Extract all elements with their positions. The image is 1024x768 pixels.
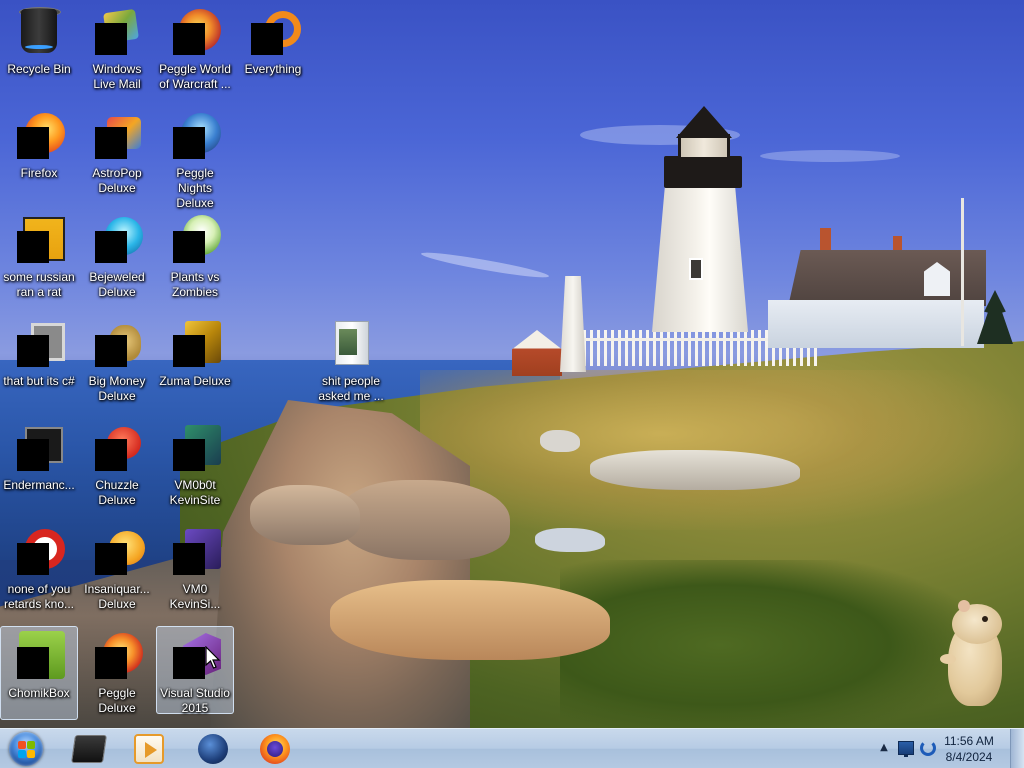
globe-icon bbox=[198, 734, 228, 764]
taskbar-button-browser[interactable] bbox=[186, 731, 240, 767]
media-player-icon bbox=[134, 734, 164, 764]
desktop-icon-peggle-nights-deluxe[interactable]: Peggle Nights Deluxe bbox=[156, 106, 234, 210]
desktop-icon-label: Everything bbox=[244, 62, 302, 76]
stack-icon bbox=[13, 319, 65, 371]
taskbar-button-media-player[interactable] bbox=[122, 731, 176, 767]
desktop-icon-endermanch[interactable]: Endermanc... bbox=[0, 418, 78, 512]
app-icon bbox=[169, 423, 221, 475]
desktop-icon-label: AstroPop Deluxe bbox=[92, 166, 142, 195]
folder-icon bbox=[325, 319, 377, 371]
desktop-icon-label: ChomikBox bbox=[8, 686, 70, 700]
opera-icon bbox=[13, 527, 65, 579]
desktop-icon-label: Plants vs Zombies bbox=[170, 270, 220, 299]
desktop-icon-some-russian-ran-a-rat[interactable]: some russian ran a rat bbox=[0, 210, 78, 304]
hamster-icon bbox=[13, 631, 65, 683]
game-icon bbox=[91, 111, 143, 163]
peggle-icon bbox=[169, 7, 221, 59]
desktop-icon-label: some russian ran a rat bbox=[3, 270, 75, 299]
desktop-icon-plants-vs-zombies[interactable]: Plants vs Zombies bbox=[156, 210, 234, 304]
desktop-icon-chomikbox[interactable]: ChomikBox bbox=[0, 626, 78, 720]
desktop-icon-firefox[interactable]: Firefox bbox=[0, 106, 78, 200]
fish-icon bbox=[91, 527, 145, 579]
desktop-icon-vm0-kevinsite[interactable]: VM0 KevinSi... bbox=[156, 522, 234, 616]
desktop-icon-label: Recycle Bin bbox=[7, 62, 71, 76]
desktop-icon-bejeweled-deluxe[interactable]: Bejeweled Deluxe bbox=[78, 210, 156, 304]
network-icon[interactable] bbox=[898, 741, 914, 757]
app-icon bbox=[169, 527, 221, 579]
desktop-icon-label: Peggle Deluxe bbox=[98, 686, 136, 715]
taskbar-button-firefox[interactable] bbox=[248, 731, 302, 767]
firefox-icon bbox=[260, 734, 290, 764]
firefox-icon bbox=[13, 111, 65, 163]
recycle-bin-icon bbox=[13, 7, 65, 59]
desktop-icon-label: Peggle Nights Deluxe bbox=[176, 166, 214, 210]
show-hidden-icons-button[interactable]: ▲ bbox=[878, 742, 890, 754]
desktop-icon-label: Firefox bbox=[20, 166, 58, 180]
money-bag-icon bbox=[91, 319, 143, 371]
clock-date: 8/4/2024 bbox=[945, 750, 993, 764]
peggle-icon bbox=[91, 631, 143, 683]
mail-icon bbox=[91, 7, 143, 59]
plant-icon bbox=[169, 215, 221, 267]
clock-time: 11:56 AM bbox=[944, 734, 994, 748]
taskbar: ▲ 11:56 AM 8/4/2024 bbox=[0, 728, 1024, 768]
desktop-icon-label: Insaniquar... Deluxe bbox=[84, 582, 150, 611]
desktop-icon-label: Endermanc... bbox=[3, 478, 75, 492]
desktop-icon-chuzzle-deluxe[interactable]: Chuzzle Deluxe bbox=[78, 418, 156, 512]
desktop[interactable]: Recycle Bin Firefox some russian ran a r… bbox=[0, 0, 1024, 768]
desktop-icon-grid: Recycle Bin Firefox some russian ran a r… bbox=[0, 0, 1024, 728]
desktop-icon-insaniquarium-deluxe[interactable]: Insaniquar... Deluxe bbox=[78, 522, 156, 616]
desktop-icon-label: VM0b0t KevinSite bbox=[169, 478, 221, 507]
desktop-icon-astropop-deluxe[interactable]: AstroPop Deluxe bbox=[78, 106, 156, 200]
desktop-icon-label: Bejeweled Deluxe bbox=[89, 270, 145, 299]
terminal-icon bbox=[71, 735, 107, 763]
windows-start-icon bbox=[9, 732, 43, 766]
clock[interactable]: 11:56 AM 8/4/2024 bbox=[940, 733, 998, 765]
desktop-icon-label: Chuzzle Deluxe bbox=[95, 478, 139, 507]
game-icon bbox=[91, 423, 143, 475]
show-desktop-button[interactable] bbox=[1010, 729, 1024, 768]
start-button[interactable] bbox=[6, 730, 46, 768]
search-icon bbox=[247, 7, 301, 59]
desktop-icon-none-of-you[interactable]: none of you retards kno... bbox=[0, 522, 78, 616]
desktop-icon-zuma-deluxe[interactable]: Zuma Deluxe bbox=[156, 314, 234, 408]
desktop-icon-folder[interactable]: shit people asked me ... bbox=[312, 314, 390, 408]
system-tray: ▲ 11:56 AM 8/4/2024 bbox=[868, 729, 1024, 768]
desktop-icon-label: Visual Studio 2015 bbox=[160, 686, 230, 715]
desktop-icon-label: VM0 KevinSi... bbox=[169, 582, 221, 611]
desktop-icon-label: Windows Live Mail bbox=[92, 62, 142, 91]
desktop-icon-peggle-world-of-warcraft[interactable]: Peggle World of Warcraft ... bbox=[156, 2, 234, 96]
desktop-icon-label: shit people asked me ... bbox=[318, 374, 384, 403]
taskbar-button-command-prompt[interactable] bbox=[62, 731, 116, 767]
desktop-icon-label: none of you retards kno... bbox=[3, 582, 75, 611]
desktop-icon-windows-live-mail[interactable]: Windows Live Mail bbox=[78, 2, 156, 96]
game-icon bbox=[169, 319, 221, 371]
desktop-icon-that-but-its-csharp[interactable]: that but its c# bbox=[0, 314, 78, 408]
desktop-icon-label: that but its c# bbox=[3, 374, 75, 388]
desktop-icon-peggle-deluxe[interactable]: Peggle Deluxe bbox=[78, 626, 156, 720]
desktop-icon-everything[interactable]: Everything bbox=[234, 2, 312, 96]
sync-icon[interactable] bbox=[920, 740, 936, 756]
script-icon bbox=[13, 215, 65, 267]
peggle-icon bbox=[169, 111, 221, 163]
terminal-icon bbox=[13, 423, 65, 475]
desktop-icon-big-money-deluxe[interactable]: Big Money Deluxe bbox=[78, 314, 156, 408]
desktop-icon-recycle-bin[interactable]: Recycle Bin bbox=[0, 2, 78, 96]
gem-icon bbox=[91, 215, 143, 267]
desktop-icon-label: Big Money Deluxe bbox=[88, 374, 146, 403]
desktop-icon-label: Zuma Deluxe bbox=[159, 374, 231, 388]
desktop-icon-label: Peggle World of Warcraft ... bbox=[159, 62, 231, 91]
desktop-icon-visual-studio-2015[interactable]: Visual Studio 2015 bbox=[156, 626, 234, 715]
desktop-icon-vm0b0t-kevinsite[interactable]: VM0b0t KevinSite bbox=[156, 418, 234, 512]
